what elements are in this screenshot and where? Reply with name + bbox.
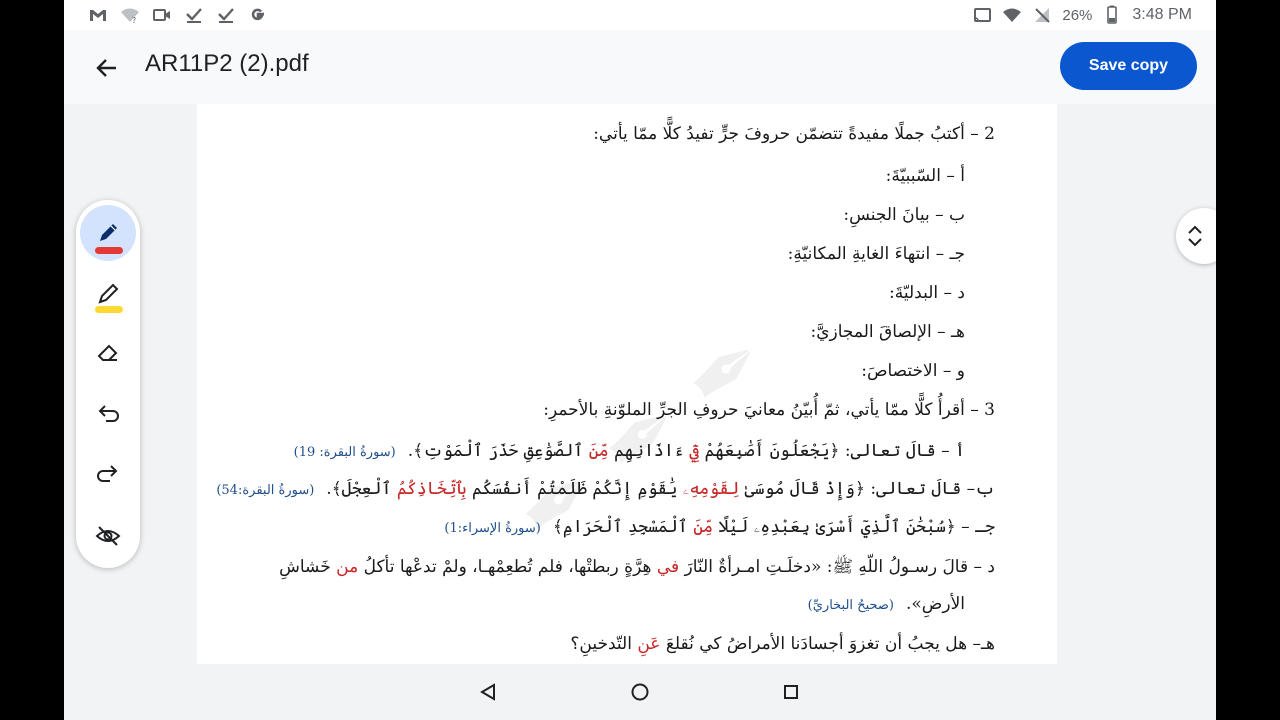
clock: 3:48 PM bbox=[1132, 6, 1192, 23]
pdf-page[interactable]: ✒︎ ✒︎ ✒︎ 2 – أكتبُ جملًا مفيدةً تتضمّن ح… bbox=[197, 104, 1057, 664]
item-c: جـ – انتهاءَ الغايةِ المكانيّةِ: bbox=[787, 244, 965, 264]
verse-c-suffix: ٱلْمَسْجِدِ ٱلْحَرَامِ﴾ bbox=[552, 517, 694, 537]
hide-annotations-icon bbox=[95, 526, 121, 546]
hadith-end: الأرضِ». bbox=[906, 594, 965, 614]
highlighter-color-swatch bbox=[95, 306, 123, 313]
highlighter-tool[interactable] bbox=[80, 266, 136, 322]
undo-button[interactable] bbox=[80, 386, 136, 442]
check-icon bbox=[184, 5, 204, 25]
verse-c-prefix: جـ – ﴿سُبْحَٰنَ ٱلَّذِيٓ أَسْرَىٰ بِعَبْ… bbox=[713, 517, 996, 537]
verse-c-reference: (سورةُ الإسراء:1) bbox=[444, 521, 541, 536]
status-left-icons: ? bbox=[88, 5, 268, 25]
video-camera-icon bbox=[152, 5, 172, 25]
question-e: هـ– هل يجبُ أن تغزوَ أجسادَنا الأمراضُ ك… bbox=[570, 634, 995, 654]
eraser-icon bbox=[97, 344, 118, 361]
status-right-icons: 26% 3:48 PM bbox=[972, 5, 1192, 25]
verse-a-highlight-2: مِّنَ bbox=[588, 441, 609, 461]
highlighter-icon bbox=[98, 283, 119, 304]
nav-home-button[interactable] bbox=[628, 680, 652, 704]
battery-icon bbox=[1102, 5, 1122, 25]
nav-recents-button[interactable] bbox=[779, 680, 803, 704]
document-title: AR11P2 (2).pdf bbox=[145, 50, 309, 77]
verse-b-highlight-1: لِقَوْمِهِۦ bbox=[682, 479, 740, 499]
back-triangle-icon bbox=[480, 683, 495, 701]
check-icon bbox=[216, 5, 236, 25]
pen-tool[interactable] bbox=[80, 205, 136, 261]
nav-back-button[interactable] bbox=[476, 680, 500, 704]
redo-button[interactable] bbox=[80, 446, 136, 502]
wifi-icon bbox=[1002, 5, 1022, 25]
undo-icon bbox=[98, 405, 119, 422]
hadith-suffix: خَشاشِ bbox=[279, 557, 337, 577]
verse-a-mid: ءَاذَانِهِم bbox=[608, 441, 690, 461]
back-button[interactable] bbox=[92, 53, 122, 83]
hadith-prefix: د – قالَ رسـولُ اللّهِ ﷺ: «دخلَـتِ امـرأ… bbox=[679, 557, 995, 577]
hide-annotations-button[interactable] bbox=[80, 508, 136, 564]
verse-b-prefix: ب– قالَ تعالى: ﴿وَإِذْ قَالَ مُوسَىٰ bbox=[739, 479, 995, 499]
arrow-left-icon bbox=[96, 59, 116, 77]
verse-a-highlight-1: فِيٓ bbox=[689, 441, 700, 461]
system-nav-bar bbox=[64, 664, 1216, 720]
question-3: 3 – أقرأُ كلًّا ممّا يأتي، ثمّ أُبيّنُ م… bbox=[543, 400, 995, 420]
item-b: ب – بيانَ الجنسِ: bbox=[843, 205, 965, 225]
pen-color-swatch bbox=[95, 247, 123, 254]
question-e-prefix: هـ– هل يجبُ أن تغزوَ أجسادَنا الأمراضُ ك… bbox=[660, 634, 995, 654]
redo-icon bbox=[97, 465, 118, 482]
item-d: د – البدليّةَ: bbox=[889, 283, 965, 303]
question-2: 2 – أكتبُ جملًا مفيدةً تتضمّن حروفَ جرٍّ… bbox=[593, 124, 995, 144]
recents-square-icon bbox=[784, 685, 798, 699]
verse-c: جـ – ﴿سُبْحَٰنَ ٱلَّذِيٓ أَسْرَىٰ بِعَبْ… bbox=[444, 516, 995, 537]
save-copy-button[interactable]: Save copy bbox=[1060, 42, 1197, 90]
pen-icon bbox=[100, 224, 117, 241]
verse-b-mid: يَٰقَوْمِ إِنَّكُمْ ظَلَمْتُمْ أَنفُسَكُ… bbox=[466, 479, 683, 499]
pdf-viewer[interactable]: ✒︎ ✒︎ ✒︎ 2 – أكتبُ جملًا مفيدةً تتضمّن ح… bbox=[64, 104, 1216, 664]
question-e-suffix: التّدخينِ؟ bbox=[570, 634, 638, 654]
chevron-up-down-icon bbox=[1188, 225, 1202, 247]
verse-b-suffix: ٱلْعِجْلَ﴾. bbox=[326, 479, 397, 499]
wifi-question-icon: ? bbox=[120, 5, 140, 25]
question-e-highlight: عَنِ bbox=[637, 634, 661, 654]
item-e: هـ – الإلصاقَ المجازيَّ: bbox=[810, 322, 966, 342]
verse-b: ب– قالَ تعالى: ﴿وَإِذْ قَالَ مُوسَىٰ لِق… bbox=[216, 478, 995, 499]
annotation-toolbar bbox=[76, 200, 140, 568]
no-signal-icon bbox=[1032, 5, 1052, 25]
item-a: أ – السّببيّةَ: bbox=[885, 166, 965, 186]
item-f: و – الاختصاصَ: bbox=[861, 361, 965, 381]
gmail-icon bbox=[88, 5, 108, 25]
verse-a-suffix: ٱلصَّوَٰعِقِ حَذَرَ ٱلْمَوْتِ﴾. bbox=[407, 441, 589, 461]
cast-icon bbox=[972, 5, 992, 25]
svg-text:?: ? bbox=[132, 16, 136, 25]
status-bar: ? 26% 3:48 PM bbox=[64, 0, 1216, 30]
verse-a-prefix: أ – قالَ تعالى: ﴿يَجْعَلُونَ أَصَٰبِعَهُ… bbox=[699, 441, 965, 461]
verse-c-highlight-1: مِّنَ bbox=[693, 517, 714, 537]
google-icon bbox=[248, 5, 268, 25]
app-bar: AR11P2 (2).pdf Save copy bbox=[64, 30, 1216, 104]
verse-b-highlight-2: بِٱتِّخَاذِكُمُ bbox=[396, 479, 467, 499]
hadith-highlight-1: في bbox=[656, 557, 680, 577]
hadith-highlight-2: من bbox=[336, 557, 359, 577]
verse-a-reference: (سورةُ البقرة: 19) bbox=[293, 445, 396, 460]
hadith: د – قالَ رسـولُ اللّهِ ﷺ: «دخلَـتِ امـرأ… bbox=[279, 556, 995, 581]
hadith-reference: (صحيحُ البخاريِّ) bbox=[807, 598, 894, 613]
hadith-line-2: الأرضِ». (صحيحُ البخاريِّ) bbox=[808, 594, 965, 614]
eraser-tool[interactable] bbox=[80, 324, 136, 380]
android-screen: ? 26% 3:48 PM AR11P2 (2).pdf Save copy ✒… bbox=[64, 0, 1216, 720]
verse-a: أ – قالَ تعالى: ﴿يَجْعَلُونَ أَصَٰبِعَهُ… bbox=[294, 440, 965, 461]
battery-percent: 26% bbox=[1062, 6, 1093, 24]
home-circle-icon bbox=[631, 683, 649, 701]
verse-b-reference: (سورةُ البقرة:54) bbox=[216, 483, 315, 498]
hadith-mid: هِرَّةٍ ربطتْها، فلم تُطعِمْهـا، ولمْ تد… bbox=[358, 557, 657, 577]
